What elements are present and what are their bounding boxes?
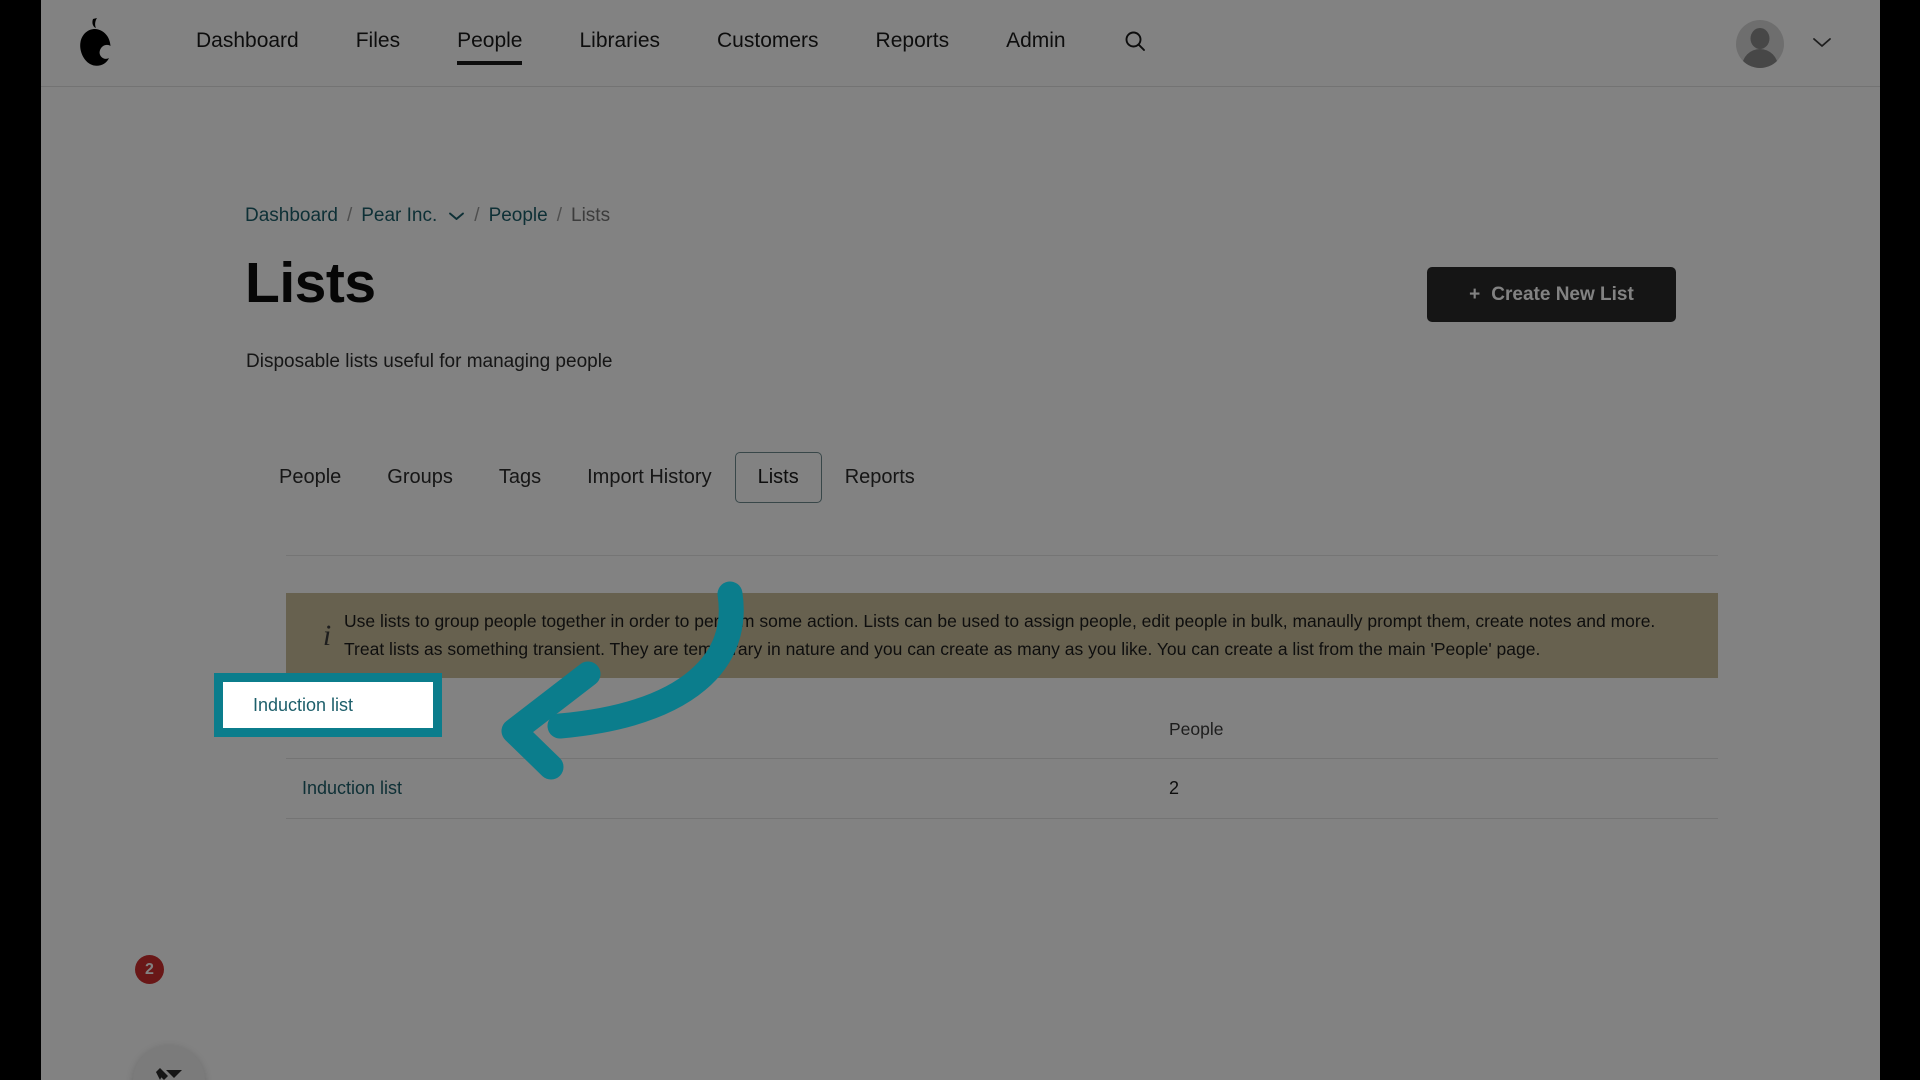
avatar-body	[1742, 48, 1778, 68]
list-name-link[interactable]: Induction list	[302, 778, 402, 798]
breadcrumb-separator: /	[556, 205, 563, 226]
tab-import-history[interactable]: Import History	[564, 452, 734, 503]
tab-people[interactable]: People	[256, 452, 364, 503]
nav-label: Reports	[875, 29, 950, 52]
create-new-list-label: Create New List	[1491, 283, 1634, 305]
info-banner-line-2: Treat lists as something transient. They…	[344, 638, 1541, 659]
nav-label: Customers	[717, 29, 819, 52]
breadcrumb-separator: /	[346, 205, 353, 226]
tab-reports[interactable]: Reports	[822, 452, 938, 503]
table-row[interactable]: Induction list 2	[286, 759, 1718, 819]
search-icon[interactable]	[1123, 0, 1147, 87]
nav-item-reports[interactable]: Reports	[876, 0, 950, 87]
nav-label: Files	[355, 29, 401, 52]
tab-tags[interactable]: Tags	[476, 452, 564, 503]
create-new-list-button[interactable]: + Create New List	[1427, 267, 1676, 322]
highlight-callout-box: Induction list	[214, 673, 442, 737]
plus-icon: +	[1469, 283, 1481, 305]
avatar-head	[1750, 27, 1770, 49]
chevron-down-icon[interactable]	[1812, 35, 1832, 53]
nav-label: People	[457, 29, 523, 52]
user-avatar-icon[interactable]	[1736, 19, 1784, 68]
page-title: Lists	[245, 251, 376, 315]
tab-bar: People Groups Tags Import History Lists …	[256, 452, 938, 503]
chat-launcher-icon[interactable]	[133, 1045, 205, 1080]
cell-people-count: 2	[1169, 778, 1180, 798]
nav-item-libraries[interactable]: Libraries	[579, 0, 660, 87]
column-header-people: People	[1169, 719, 1224, 739]
pear-logo-icon[interactable]	[66, 13, 122, 73]
breadcrumb-item-dashboard[interactable]: Dashboard	[245, 205, 338, 227]
section-divider	[286, 555, 1718, 556]
table-header-row: List name People	[286, 701, 1718, 759]
breadcrumb: Dashboard / Pear Inc. / People / Lists	[245, 205, 610, 227]
page-subtitle: Disposable lists useful for managing peo…	[246, 351, 613, 372]
tab-label: People	[279, 466, 342, 488]
nav-label: Admin	[1006, 29, 1066, 52]
main-nav: Dashboard Files People Libraries Custome…	[196, 0, 1147, 87]
nav-label: Dashboard	[196, 29, 299, 52]
tab-groups[interactable]: Groups	[364, 452, 476, 503]
breadcrumb-separator: /	[474, 205, 480, 226]
cell-list-name: Induction list	[286, 778, 1169, 799]
tab-label: Reports	[844, 466, 915, 488]
top-navigation-bar: Dashboard Files People Libraries Custome…	[41, 0, 1880, 87]
nav-label: Libraries	[579, 29, 661, 52]
app-page: Dashboard Files People Libraries Custome…	[41, 0, 1880, 1080]
info-banner-text: Use lists to group people together in or…	[344, 608, 1655, 662]
info-icon: i	[322, 618, 332, 652]
nav-item-admin[interactable]: Admin	[1006, 0, 1066, 87]
nav-item-dashboard[interactable]: Dashboard	[196, 0, 299, 87]
chat-notification-badge: 2	[135, 955, 164, 984]
breadcrumb-item-current: Lists	[571, 205, 611, 226]
tab-lists[interactable]: Lists	[734, 452, 822, 503]
nav-item-people[interactable]: People	[457, 0, 523, 87]
nav-item-files[interactable]: Files	[356, 0, 400, 87]
nav-item-customers[interactable]: Customers	[717, 0, 819, 87]
tab-label: Groups	[387, 466, 453, 488]
info-banner: i Use lists to group people together in …	[286, 593, 1718, 678]
lists-table: List name People Induction list 2	[286, 701, 1718, 819]
page-content: Dashboard / Pear Inc. / People / Lists L…	[41, 87, 1880, 1080]
breadcrumb-item-organization[interactable]: Pear Inc.	[361, 205, 437, 227]
chevron-down-icon[interactable]	[448, 211, 465, 221]
tab-label: Import History	[587, 466, 712, 488]
breadcrumb-item-people[interactable]: People	[489, 205, 548, 227]
info-banner-line-1: Use lists to group people together in or…	[344, 611, 1656, 632]
highlight-callout-label[interactable]: Induction list	[223, 695, 353, 716]
tab-label: Tags	[498, 466, 542, 488]
tab-label: Lists	[757, 466, 799, 488]
user-menu[interactable]	[1736, 0, 1832, 87]
screenshot-stage: Dashboard Files People Libraries Custome…	[0, 0, 1920, 1080]
